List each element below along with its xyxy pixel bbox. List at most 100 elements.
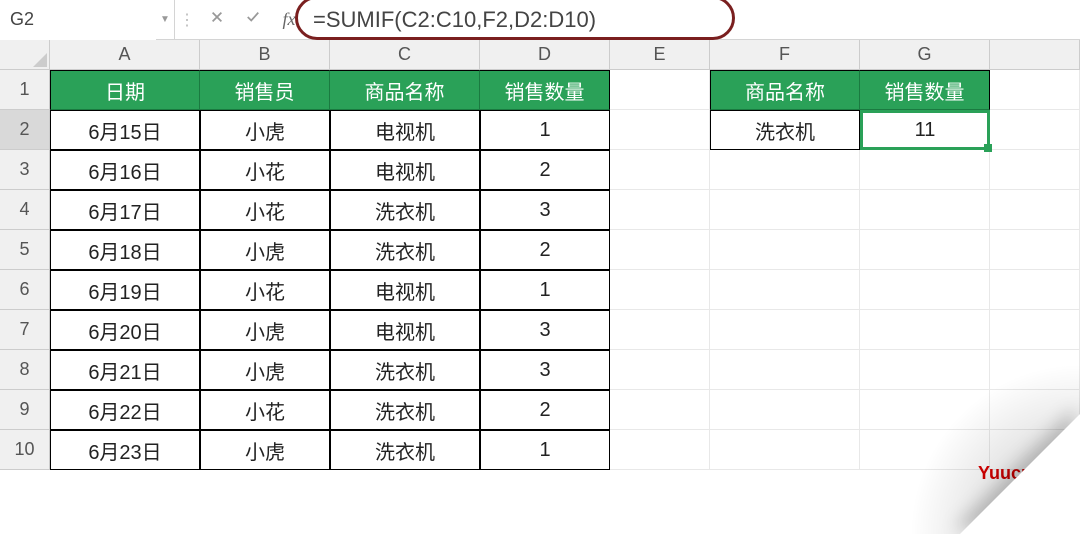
cancel-button[interactable] xyxy=(199,0,235,39)
cell-A3[interactable]: 6月16日 xyxy=(50,150,200,190)
cell-G2[interactable]: 11 xyxy=(860,110,990,150)
col-header-B[interactable]: B xyxy=(200,40,330,70)
cell-E3[interactable] xyxy=(610,150,710,190)
cell-H7[interactable] xyxy=(990,310,1080,350)
cell-G8[interactable] xyxy=(860,350,990,390)
row-header-4[interactable]: 4 xyxy=(0,190,50,230)
cell-A4[interactable]: 6月17日 xyxy=(50,190,200,230)
cell-D5[interactable]: 2 xyxy=(480,230,610,270)
cell-A1[interactable]: 日期 xyxy=(50,70,200,110)
cell-A9[interactable]: 6月22日 xyxy=(50,390,200,430)
cell-G9[interactable] xyxy=(860,390,990,430)
cell-E6[interactable] xyxy=(610,270,710,310)
row-header-3[interactable]: 3 xyxy=(0,150,50,190)
cell-F5[interactable] xyxy=(710,230,860,270)
cell-D6[interactable]: 1 xyxy=(480,270,610,310)
row-header-5[interactable]: 5 xyxy=(0,230,50,270)
col-header-E[interactable]: E xyxy=(610,40,710,70)
select-all-corner[interactable] xyxy=(0,40,50,70)
cell-C7[interactable]: 电视机 xyxy=(330,310,480,350)
row-header-7[interactable]: 7 xyxy=(0,310,50,350)
cell-F8[interactable] xyxy=(710,350,860,390)
cell-F6[interactable] xyxy=(710,270,860,310)
cell-H5[interactable] xyxy=(990,230,1080,270)
cell-F4[interactable] xyxy=(710,190,860,230)
row-header-9[interactable]: 9 xyxy=(0,390,50,430)
col-header-D[interactable]: D xyxy=(480,40,610,70)
name-box[interactable]: G2 xyxy=(0,0,156,40)
cell-G10[interactable] xyxy=(860,430,990,470)
formula-input[interactable]: =SUMIF(C2:C10,F2,D2:D10) xyxy=(307,3,602,37)
cell-G5[interactable] xyxy=(860,230,990,270)
name-box-dropdown[interactable]: ▼ xyxy=(156,0,174,40)
cell-E9[interactable] xyxy=(610,390,710,430)
row-header-1[interactable]: 1 xyxy=(0,70,50,110)
cell-E2[interactable] xyxy=(610,110,710,150)
row-header-6[interactable]: 6 xyxy=(0,270,50,310)
cell-G3[interactable] xyxy=(860,150,990,190)
cell-D4[interactable]: 3 xyxy=(480,190,610,230)
cell-C6[interactable]: 电视机 xyxy=(330,270,480,310)
cell-B9[interactable]: 小花 xyxy=(200,390,330,430)
cell-A7[interactable]: 6月20日 xyxy=(50,310,200,350)
cell-H3[interactable] xyxy=(990,150,1080,190)
cell-A8[interactable]: 6月21日 xyxy=(50,350,200,390)
cell-B2[interactable]: 小虎 xyxy=(200,110,330,150)
cell-F3[interactable] xyxy=(710,150,860,190)
cell-C4[interactable]: 洗衣机 xyxy=(330,190,480,230)
row-header-2[interactable]: 2 xyxy=(0,110,50,150)
cell-B4[interactable]: 小花 xyxy=(200,190,330,230)
row-header-10[interactable]: 10 xyxy=(0,430,50,470)
cell-F2[interactable]: 洗衣机 xyxy=(710,110,860,150)
cell-B10[interactable]: 小虎 xyxy=(200,430,330,470)
cell-C1[interactable]: 商品名称 xyxy=(330,70,480,110)
cell-D7[interactable]: 3 xyxy=(480,310,610,350)
cell-E1[interactable] xyxy=(610,70,710,110)
cell-E7[interactable] xyxy=(610,310,710,350)
cell-H1[interactable] xyxy=(990,70,1080,110)
cell-C5[interactable]: 洗衣机 xyxy=(330,230,480,270)
cell-D8[interactable]: 3 xyxy=(480,350,610,390)
cell-E8[interactable] xyxy=(610,350,710,390)
col-header-G[interactable]: G xyxy=(860,40,990,70)
cell-B8[interactable]: 小虎 xyxy=(200,350,330,390)
col-header-C[interactable]: C xyxy=(330,40,480,70)
cell-F9[interactable] xyxy=(710,390,860,430)
enter-button[interactable] xyxy=(235,0,271,39)
cell-C2[interactable]: 电视机 xyxy=(330,110,480,150)
cell-B3[interactable]: 小花 xyxy=(200,150,330,190)
cell-H2[interactable] xyxy=(990,110,1080,150)
cell-B6[interactable]: 小花 xyxy=(200,270,330,310)
cell-E5[interactable] xyxy=(610,230,710,270)
cell-H8[interactable] xyxy=(990,350,1080,390)
row-header-8[interactable]: 8 xyxy=(0,350,50,390)
cell-A5[interactable]: 6月18日 xyxy=(50,230,200,270)
cell-G4[interactable] xyxy=(860,190,990,230)
cell-G1[interactable]: 销售数量 xyxy=(860,70,990,110)
cell-E10[interactable] xyxy=(610,430,710,470)
cell-G7[interactable] xyxy=(860,310,990,350)
cell-H6[interactable] xyxy=(990,270,1080,310)
cell-D10[interactable]: 1 xyxy=(480,430,610,470)
cell-B7[interactable]: 小虎 xyxy=(200,310,330,350)
col-header-F[interactable]: F xyxy=(710,40,860,70)
cell-A2[interactable]: 6月15日 xyxy=(50,110,200,150)
cell-G6[interactable] xyxy=(860,270,990,310)
cell-H9[interactable] xyxy=(990,390,1080,430)
cell-C8[interactable]: 洗衣机 xyxy=(330,350,480,390)
cell-A10[interactable]: 6月23日 xyxy=(50,430,200,470)
cell-B5[interactable]: 小虎 xyxy=(200,230,330,270)
cell-C10[interactable]: 洗衣机 xyxy=(330,430,480,470)
cell-F7[interactable] xyxy=(710,310,860,350)
cell-B1[interactable]: 销售员 xyxy=(200,70,330,110)
cell-F10[interactable] xyxy=(710,430,860,470)
col-header-blank[interactable] xyxy=(990,40,1080,70)
cell-C9[interactable]: 洗衣机 xyxy=(330,390,480,430)
cell-E4[interactable] xyxy=(610,190,710,230)
cell-H4[interactable] xyxy=(990,190,1080,230)
fx-button[interactable]: fx xyxy=(271,0,307,39)
cell-F1[interactable]: 商品名称 xyxy=(710,70,860,110)
cell-D2[interactable]: 1 xyxy=(480,110,610,150)
col-header-A[interactable]: A xyxy=(50,40,200,70)
cell-C3[interactable]: 电视机 xyxy=(330,150,480,190)
